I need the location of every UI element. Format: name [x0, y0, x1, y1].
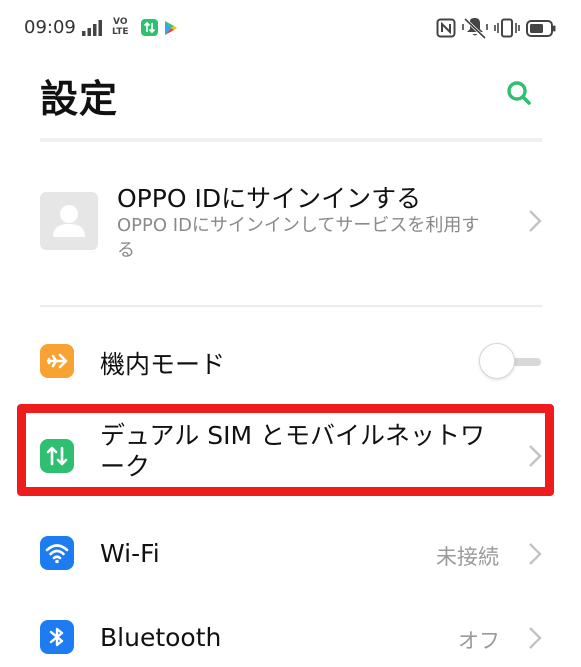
airplane-mode-label: 機内モード [100, 350, 226, 379]
page-title: 設定 [40, 77, 119, 121]
status-time: 09:09 [24, 17, 76, 38]
volte-icon: VO LTE [112, 17, 129, 37]
header-divider [40, 138, 542, 142]
section-divider [40, 305, 542, 307]
battery-icon [526, 20, 556, 37]
wifi-label: Wi-Fi [100, 539, 160, 568]
settings-screen: 09:09 VO LTE 設定 OPPO IDにサインインする OPPO IDに… [0, 0, 581, 667]
person-icon [40, 192, 98, 250]
bluetooth-icon [40, 620, 74, 654]
bluetooth-status: オフ [458, 629, 500, 653]
data-transfer-app-icon [141, 19, 158, 36]
airplane-mode-toggle[interactable] [479, 343, 515, 379]
airplane-icon [40, 344, 74, 378]
highlight-annotation-box [17, 404, 554, 496]
chevron-right-icon [529, 210, 542, 232]
status-bar: 09:09 VO LTE [0, 0, 581, 58]
wifi-status: 未接続 [436, 545, 499, 569]
account-title: OPPO IDにサインインする [117, 184, 422, 213]
chevron-right-icon [529, 543, 542, 565]
airplane-mode-row[interactable]: 機内モード [0, 330, 581, 392]
volte-line-1: VO [113, 17, 128, 27]
volte-line-2: LTE [112, 27, 129, 37]
search-icon[interactable] [502, 76, 536, 110]
wifi-icon [40, 536, 74, 570]
nfc-icon [436, 18, 456, 38]
signal-icon [82, 20, 102, 36]
chevron-right-icon [529, 627, 542, 649]
bluetooth-row[interactable]: Bluetooth オフ [0, 606, 581, 667]
mute-vibrate-icon [462, 17, 488, 39]
wifi-row[interactable]: Wi-Fi 未接続 [0, 522, 581, 584]
play-store-icon [165, 21, 177, 35]
account-subtitle: OPPO IDにサインインしてサービスを利用する [117, 215, 480, 261]
vibrate-icon [494, 18, 520, 38]
bluetooth-label: Bluetooth [100, 623, 222, 652]
account-signin-row[interactable]: OPPO IDにサインインする OPPO IDにサインインしてサービスを利用する [0, 165, 581, 280]
